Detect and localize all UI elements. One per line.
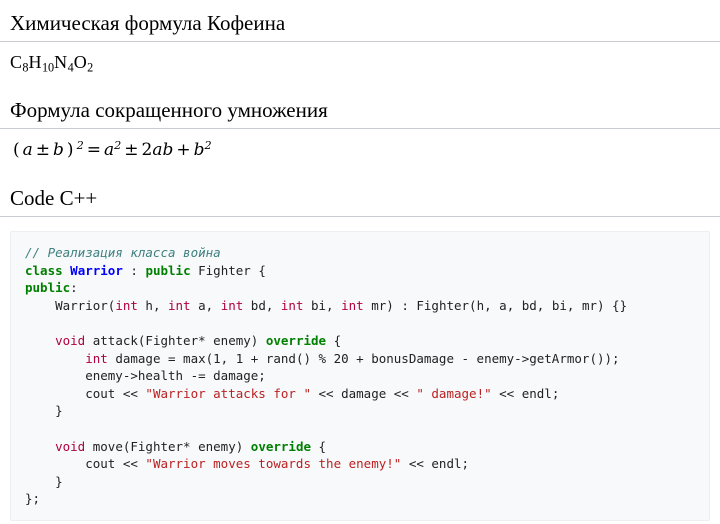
code-token-kt: int: [341, 297, 364, 313]
code-token-n: << endl;: [401, 456, 470, 472]
math-exponent: 2: [204, 139, 212, 153]
math-formula-square-of-sum: (a ± b) 2 = a2 ±2ab + b2: [10, 139, 212, 161]
code-line: void attack(Fighter* enemy) override {: [25, 333, 341, 348]
code-token-nc: Warrior: [70, 262, 123, 278]
code-token-n: enemy->health -= damage;: [25, 368, 266, 384]
math-var-a: a: [22, 140, 33, 161]
code-line: };: [25, 491, 40, 506]
chem-symbol: H: [28, 52, 42, 73]
code-line: // Реализация класса война: [25, 245, 221, 260]
code-line: cout << "Warrior moves towards the enemy…: [25, 456, 469, 471]
code-line: void move(Fighter* enemy) override {: [25, 439, 326, 454]
code-token-kt: int: [168, 297, 191, 313]
code-token-k: override: [250, 438, 312, 454]
code-token-kt: int: [115, 297, 138, 313]
code-token-n: a,: [190, 297, 221, 313]
chem-symbol: C: [10, 52, 23, 73]
math-paren-close: ): [66, 140, 74, 161]
heading-chemical-formula: Химическая формула Кофеина: [0, 10, 720, 43]
code-line: cout << "Warrior attacks for " << damage…: [25, 386, 559, 401]
code-token-n: h,: [137, 297, 168, 313]
code-line: int damage = max(1, 1 + rand() % 20 + bo…: [25, 350, 620, 366]
math-var-a: a: [103, 140, 115, 161]
code-token-n: attack(Fighter* enemy): [85, 333, 266, 349]
code-token-kt: void: [55, 438, 86, 454]
code-token-n: cout <<: [25, 385, 146, 401]
code-token-k: public: [25, 280, 71, 296]
code-token-n: };: [25, 491, 41, 507]
math-var-b: b: [193, 140, 205, 161]
code-token-n: }: [25, 473, 63, 489]
code-listing[interactable]: // Реализация класса война class Warrior…: [11, 244, 709, 508]
code-token-kt: void: [55, 333, 86, 349]
code-token-s: "Warrior moves towards the enemy!": [145, 456, 402, 472]
code-token-kt: int: [85, 350, 108, 366]
code-line: class Warrior : public Fighter {: [25, 263, 266, 278]
heading-multiplication-formula: Формула сокращенного умножения: [0, 97, 720, 130]
code-token-s: "Warrior attacks for ": [145, 385, 311, 401]
chem-symbol: O: [73, 52, 88, 73]
code-token-n: << damage <<: [311, 385, 417, 401]
math-var-b: b: [53, 140, 64, 161]
chem-subscript: 2: [87, 60, 94, 75]
code-token-n: cout <<: [25, 456, 146, 472]
chem-symbol: N: [54, 52, 68, 73]
code-token-k: public: [145, 262, 191, 278]
math-coefficient: 2: [141, 140, 153, 161]
chem-subscript: 10: [41, 60, 55, 75]
heading-code-cpp: Code C++: [0, 185, 720, 218]
chemical-formula-row: C8H10N4O2: [0, 46, 720, 77]
code-token-k: class: [25, 262, 63, 278]
code-token-n: damage = max(1, 1 + rand() % 20 + bonusD…: [107, 350, 620, 366]
math-paren-open: (: [13, 140, 20, 161]
code-token-n: :: [70, 280, 78, 296]
code-token-n: move(Fighter* enemy): [85, 438, 251, 454]
math-exponent: 2: [76, 139, 84, 153]
code-token-s: " damage!": [416, 385, 492, 401]
code-token-n: [25, 439, 55, 454]
code-line: enemy->health -= damage;: [25, 368, 266, 383]
math-term-ab: ab: [152, 140, 174, 161]
math-plus-minus: ±: [35, 140, 51, 161]
code-token-n: Warrior(: [25, 297, 116, 313]
code-token-kt: int: [220, 297, 244, 313]
code-token-n: [25, 333, 55, 348]
code-token-n: bi,: [303, 297, 342, 313]
code-token-n: [25, 351, 85, 366]
code-token-n: << endl;: [491, 385, 560, 401]
code-token-n: mr) : Fighter(h, a, bd, bi, mr) {}: [363, 297, 628, 313]
chemical-formula-caffeine: C8H10N4O2: [10, 52, 94, 75]
math-plus: +: [176, 140, 191, 161]
code-line: public:: [25, 280, 78, 295]
document-body: Химическая формула Кофеина C8H10N4O2 Фор…: [0, 0, 720, 521]
code-token-n: }: [25, 403, 63, 419]
code-token-k: override: [265, 333, 327, 349]
math-plus-minus: ±: [124, 140, 139, 161]
code-line: Warrior(int h, int a, int bd, int bi, in…: [25, 298, 627, 313]
code-line: }: [25, 474, 63, 489]
code-block: // Реализация класса война class Warrior…: [10, 231, 710, 521]
code-token-n: :: [122, 262, 146, 278]
code-line: }: [25, 403, 63, 418]
code-token-n: bd,: [243, 297, 281, 313]
code-token-c: // Реализация класса война: [25, 245, 221, 261]
code-token-n: {: [311, 438, 327, 454]
code-token-n: {: [326, 333, 342, 349]
code-token-kt: int: [280, 297, 304, 313]
math-equals: =: [86, 140, 101, 161]
math-formula-row: (a ± b) 2 = a2 ±2ab + b2: [0, 133, 720, 163]
code-token-n: Fighter {: [190, 262, 266, 278]
